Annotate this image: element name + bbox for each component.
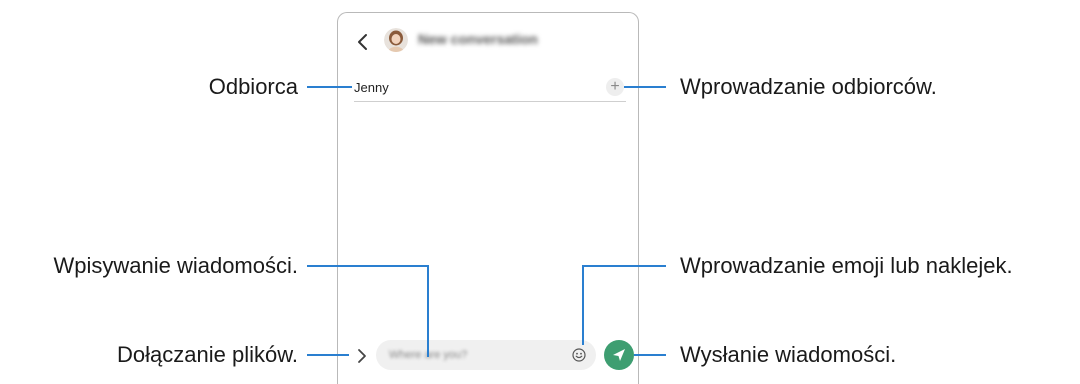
phone-screen: New conversation Jenny + Where are you? [337,12,639,384]
smiley-icon[interactable] [572,348,586,362]
callout-line-type-message-v [427,265,429,357]
recipient-field[interactable]: Jenny + [354,75,626,102]
callout-send-message: Wysłanie wiadomości. [680,342,897,367]
callout-emoji-stickers: Wprowadzanie emoji lub naklejek. [680,253,1013,278]
send-button[interactable] [604,340,634,370]
callout-attach-files: Dołączanie plików. [117,342,298,367]
callout-line-emoji-h [582,265,666,267]
callout-line-attach [307,354,349,356]
callout-line-enter-recipients [624,86,666,88]
paper-plane-icon [613,349,625,361]
callout-line-send [634,354,666,356]
callout-recipient: Odbiorca [208,74,298,99]
recipient-chip[interactable]: Jenny [354,80,389,95]
conversation-title: New conversation [418,31,538,47]
person-avatar-icon [384,28,408,52]
attach-icon[interactable] [356,348,368,364]
callout-line-type-message-h [307,265,428,267]
add-recipient-button[interactable]: + [606,78,624,96]
callout-type-message: Wpisywanie wiadomości. [53,253,298,278]
avatar[interactable] [384,28,408,52]
callout-line-emoji-v [582,265,584,345]
back-icon[interactable] [356,32,370,52]
callout-line-recipient [307,86,352,88]
callout-enter-recipients: Wprowadzanie odbiorców. [680,74,937,99]
message-input[interactable]: Where are you? [376,340,596,370]
